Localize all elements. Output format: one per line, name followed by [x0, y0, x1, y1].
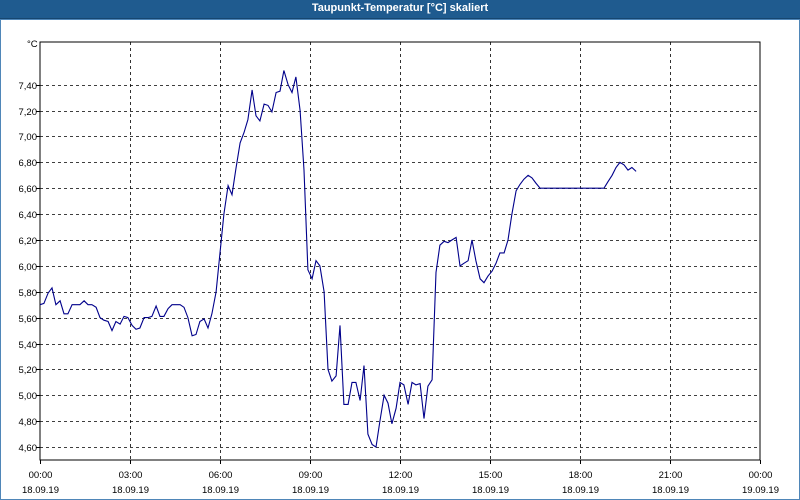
- x-tick-time-label: 21:00: [659, 470, 683, 481]
- x-tick-date-label: 18.09.19: [22, 485, 59, 496]
- y-axis-unit-label: °C: [27, 39, 38, 50]
- x-tick-time-label: 18:00: [569, 470, 593, 481]
- x-tick-time-label: 12:00: [389, 470, 413, 481]
- y-tick-label: 6,20: [19, 236, 38, 247]
- y-tick-label: 5,80: [19, 288, 38, 299]
- x-tick-time-label: 00:00: [29, 470, 53, 481]
- x-tick-time-label: 06:00: [209, 470, 233, 481]
- y-tick-label: 5,60: [19, 314, 38, 325]
- y-tick-label: 7,40: [19, 81, 38, 92]
- x-tick-time-label: 09:00: [299, 470, 323, 481]
- x-tick-date-label: 18.09.19: [562, 485, 599, 496]
- y-tick-label: 5,40: [19, 340, 38, 351]
- y-tick-label: 7,20: [19, 107, 38, 118]
- y-axis-ticks: 7,40 7,20 7,00 6,80 6,60 6,40 6,20 6,00 5,80 5,60…: [19, 81, 40, 454]
- plot-area: [39, 41, 761, 461]
- y-tick-label: 7,00: [19, 132, 38, 143]
- y-tick-label: 6,00: [19, 262, 38, 273]
- x-tick-date-label: 18.09.19: [472, 485, 509, 496]
- series-line: [39, 70, 637, 449]
- x-tick-date-label: 19.09.19: [742, 485, 779, 496]
- x-axis-ticks: 00:00 18.09.19 03:00 18.09.19 06:00 18.09.19 0…: [22, 460, 779, 496]
- x-tick-date-label: 18.09.19: [652, 485, 689, 496]
- x-tick-date-label: 18.09.19: [112, 485, 149, 496]
- y-tick-label: 5,20: [19, 365, 38, 376]
- y-tick-label: 6,40: [19, 210, 38, 221]
- y-tick-label: 6,60: [19, 184, 38, 195]
- x-tick-date-label: 18.09.19: [202, 485, 239, 496]
- x-tick-time-label: 00:00: [749, 470, 773, 481]
- y-tick-label: 4,60: [19, 443, 38, 454]
- y-tick-label: 4,80: [19, 417, 38, 428]
- y-tick-label: 5,00: [19, 391, 38, 402]
- grid-lines: [40, 42, 760, 460]
- x-tick-time-label: 03:00: [119, 470, 143, 481]
- x-tick-date-label: 18.09.19: [292, 485, 329, 496]
- y-tick-label: 6,80: [19, 158, 38, 169]
- chart-canvas: °C 7,40 7,20 7,00 6,80 6,60 6,40 6,20 6,00 5,80 5…: [19, 39, 779, 496]
- x-tick-time-label: 15:00: [479, 470, 503, 481]
- x-tick-date-label: 18.09.19: [382, 485, 419, 496]
